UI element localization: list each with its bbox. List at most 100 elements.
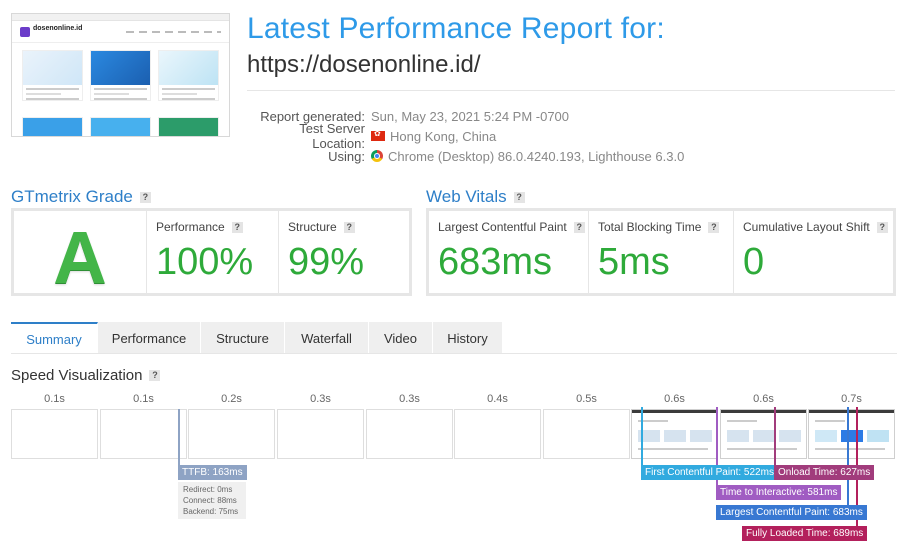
filmstrip-frame[interactable] (11, 409, 98, 459)
ttfb-redirect: Redirect: 0ms (183, 485, 233, 494)
tbt-cell: Total Blocking Time? 5ms (589, 211, 734, 293)
filmstrip-frame[interactable] (631, 409, 718, 459)
fcp-label: First Contentful Paint: 522ms (641, 465, 778, 480)
screenshot-navbar: dosenonline.id (12, 21, 229, 43)
structure-label: Structure (288, 220, 337, 234)
browser-value: Chrome (Desktop) 86.0.4240.193, Lighthou… (388, 148, 685, 164)
lcp-value: 683ms (438, 241, 553, 283)
help-icon[interactable]: ? (573, 221, 585, 233)
screenshot-card (22, 50, 83, 101)
help-icon[interactable]: ? (139, 191, 151, 203)
ttfb-marker-line (178, 409, 180, 466)
structure-cell: Structure? 99% (279, 211, 409, 293)
ttfb-label: TTFB: 163ms (178, 465, 247, 480)
frame-time-label: 0.7s (841, 393, 862, 405)
grade-cell: A (14, 211, 147, 299)
tbt-label: Total Blocking Time (598, 220, 702, 234)
tab-summary[interactable]: Summary (11, 322, 98, 354)
speed-timeline: 0.1s 0.1s 0.2s 0.3s 0.3s 0.4s 0.5s 0.6s … (11, 393, 897, 550)
screenshot-card (158, 117, 219, 136)
report-meta: Report generated: Sun, May 23, 2021 5:24… (247, 106, 684, 166)
tab-structure[interactable]: Structure (201, 322, 285, 354)
frame-time-label: 0.2s (221, 393, 242, 405)
meta-value: Hong Kong, China (371, 129, 496, 144)
filmstrip-frame[interactable] (277, 409, 364, 459)
cls-cell: Cumulative Layout Shift? 0 (734, 211, 893, 293)
report-tabs: Summary Performance Structure Waterfall … (11, 322, 503, 354)
speed-visualization-title: Speed Visualization (11, 367, 143, 384)
header-divider (247, 90, 895, 91)
ttfb-connect: Connect: 88ms (183, 496, 237, 505)
server-location-value: Hong Kong, China (390, 128, 497, 144)
meta-label: Using: (328, 148, 365, 164)
frame-time-label: 0.6s (664, 393, 685, 405)
screenshot-site-name: dosenonline.id (33, 25, 83, 32)
site-logo-icon (20, 27, 30, 37)
onload-marker-line (774, 407, 776, 466)
frame-time-label: 0.1s (133, 393, 154, 405)
tabs-divider (11, 353, 897, 354)
web-vitals-title: Web Vitals (426, 187, 507, 206)
fully-loaded-label: Fully Loaded Time: 689ms (742, 526, 868, 541)
tti-label: Time to Interactive: 581ms (716, 485, 842, 500)
chrome-icon (371, 150, 383, 162)
meta-value: Chrome (Desktop) 86.0.4240.193, Lighthou… (371, 149, 684, 164)
lcp-cell: Largest Contentful Paint? 683ms (429, 211, 589, 293)
filmstrip-frame[interactable] (720, 409, 807, 459)
performance-cell: Performance? 100% (147, 211, 279, 293)
filmstrip-frame[interactable] (543, 409, 630, 459)
report-title: Latest Performance Report for: (247, 12, 665, 45)
frame-time-label: 0.3s (310, 393, 331, 405)
screenshot-card (90, 50, 151, 101)
speed-visualization-heading: Speed Visualization ? (11, 367, 161, 384)
hong-kong-flag-icon (371, 129, 385, 141)
onload-label: Onload Time: 627ms (774, 465, 875, 480)
meta-value: Sun, May 23, 2021 5:24 PM -0700 (371, 109, 569, 124)
filmstrip-frame[interactable] (366, 409, 453, 459)
frame-time-label: 0.4s (487, 393, 508, 405)
help-icon[interactable]: ? (876, 221, 888, 233)
fcp-marker-line (641, 407, 643, 466)
help-icon[interactable]: ? (149, 370, 161, 381)
lcp-label: Largest Contentful Paint: 683ms (716, 505, 867, 520)
cls-value: 0 (743, 241, 765, 283)
ttfb-backend: Backend: 75ms (183, 507, 239, 516)
gtmetrix-grade-box: A Performance? 100% Structure? 99% (11, 208, 412, 299)
tab-waterfall[interactable]: Waterfall (285, 322, 369, 354)
lcp-label: Largest Contentful Paint (438, 220, 567, 234)
gtmetrix-grade-title: GTmetrix Grade (11, 187, 133, 206)
meta-server-location: Test Server Location: Hong Kong, China (247, 121, 684, 151)
grade-letter: A (53, 216, 107, 299)
screenshot-card (90, 117, 151, 136)
tab-video[interactable]: Video (369, 322, 433, 354)
page-screenshot: dosenonline.id (11, 13, 230, 137)
cls-label: Cumulative Layout Shift (743, 220, 870, 234)
frame-time-label: 0.1s (44, 393, 65, 405)
tti-marker-line (716, 407, 718, 496)
tbt-value: 5ms (598, 241, 670, 283)
ttfb-details: Redirect: 0ms Connect: 88ms Backend: 75m… (178, 482, 246, 519)
meta-using: Using: Chrome (Desktop) 86.0.4240.193, L… (247, 146, 684, 166)
web-vitals-box: Largest Contentful Paint? 683ms Total Bl… (426, 208, 896, 296)
help-icon[interactable]: ? (708, 221, 720, 233)
web-vitals-heading: Web Vitals ? (426, 187, 525, 207)
tab-history[interactable]: History (433, 322, 503, 354)
help-icon[interactable]: ? (513, 191, 525, 203)
report-url[interactable]: https://dosenonline.id/ (247, 51, 481, 79)
frame-time-label: 0.5s (576, 393, 597, 405)
filmstrip-frame[interactable] (454, 409, 541, 459)
filmstrip-frame[interactable] (188, 409, 275, 459)
frame-time-label: 0.3s (399, 393, 420, 405)
filmstrip-frame[interactable] (808, 409, 895, 459)
screenshot-card (22, 117, 83, 136)
tab-performance[interactable]: Performance (98, 322, 201, 354)
filmstrip-frame[interactable] (100, 409, 187, 459)
performance-label: Performance (156, 220, 225, 234)
frame-time-label: 0.6s (753, 393, 774, 405)
help-icon[interactable]: ? (343, 221, 355, 233)
lcp-marker-line (847, 407, 849, 514)
screenshot-menu (126, 31, 221, 33)
structure-value: 99% (288, 241, 365, 283)
help-icon[interactable]: ? (231, 221, 243, 233)
report-generated-value: Sun, May 23, 2021 5:24 PM -0700 (371, 108, 570, 124)
